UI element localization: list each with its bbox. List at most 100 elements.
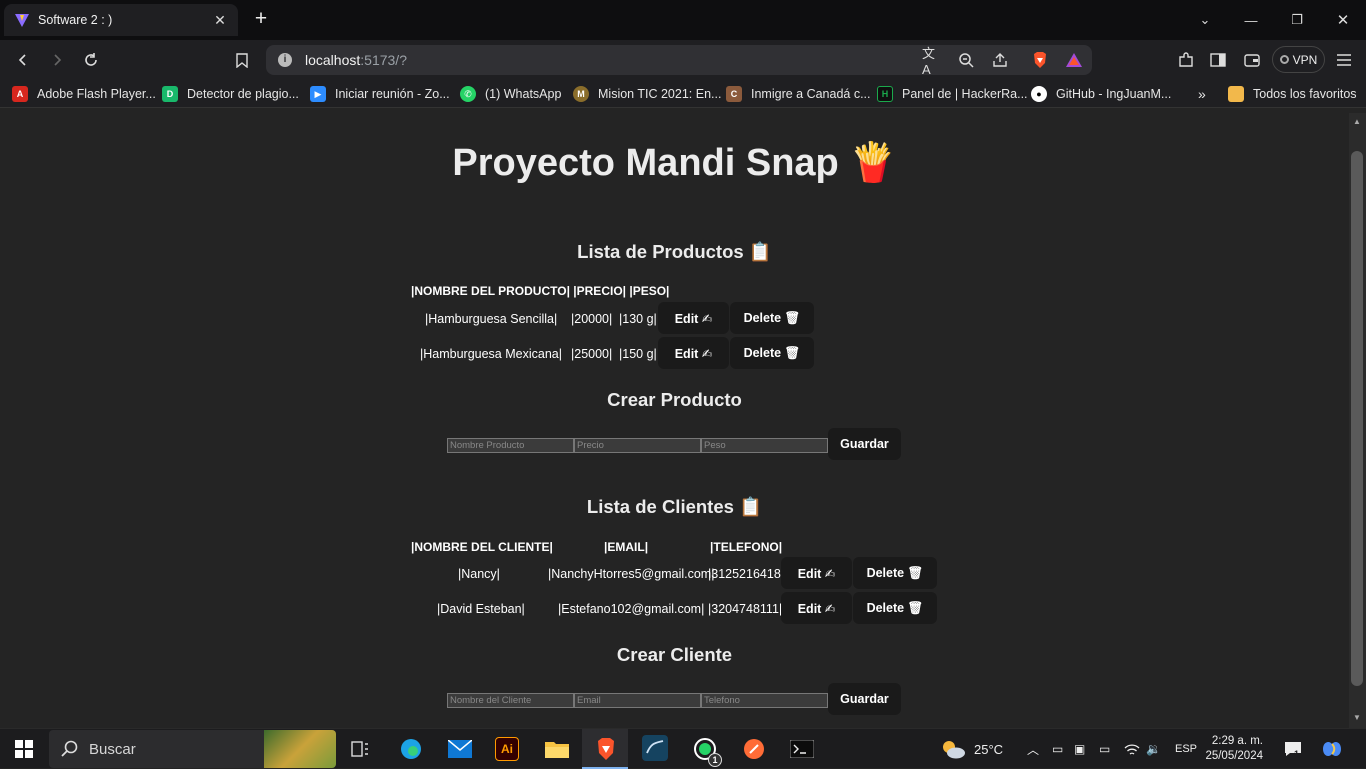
bookmark-github[interactable]: ● GitHub - IngJuanM... bbox=[1031, 85, 1171, 103]
search-highlight-image bbox=[264, 730, 336, 768]
tab-strip: Software 2 : ) ✕ + ⌄ — ❐ ✕ bbox=[0, 0, 1366, 40]
bookmark-whatsapp[interactable]: ✆ (1) WhatsApp bbox=[460, 85, 561, 103]
illustrator-icon[interactable]: Ai bbox=[495, 737, 519, 761]
restore-icon[interactable]: ❐ bbox=[1274, 0, 1320, 40]
close-tab-icon[interactable]: ✕ bbox=[212, 12, 228, 29]
mail-icon[interactable] bbox=[446, 735, 474, 763]
delete-product-button[interactable]: Delete 🗑 bbox=[730, 337, 814, 369]
bookmark-plagiarism-detector[interactable]: D Detector de plagio... bbox=[162, 85, 299, 103]
vpn-button[interactable]: VPN bbox=[1272, 46, 1325, 73]
client-phone-input[interactable]: Telefono bbox=[701, 693, 828, 708]
wallet-icon[interactable] bbox=[1241, 49, 1263, 71]
copilot-icon[interactable] bbox=[1321, 729, 1343, 769]
forward-icon[interactable] bbox=[46, 49, 68, 71]
weather-widget[interactable]: 25°C bbox=[940, 729, 1003, 769]
battery-icon[interactable]: ▭ bbox=[1099, 729, 1110, 769]
edit-client-button[interactable]: Edit ✍ bbox=[781, 557, 852, 589]
page-viewport: Proyecto Mandi Snap 🍟 Lista de Productos… bbox=[0, 113, 1349, 728]
clients-heading: Lista de Clientes 📋 bbox=[586, 496, 763, 517]
more-bookmarks-button[interactable]: » bbox=[1198, 85, 1206, 103]
client-header-email: |EMAIL| bbox=[604, 540, 649, 554]
brave-shields-icon[interactable] bbox=[1030, 50, 1050, 70]
new-tab-button[interactable]: + bbox=[250, 8, 272, 30]
clock-time: 2:29 a. m. bbox=[1211, 735, 1263, 747]
edit-product-button[interactable]: Edit ✍ bbox=[658, 302, 729, 334]
client-name-input[interactable]: Nombre del Cliente bbox=[447, 693, 574, 708]
all-favorites-folder[interactable]: Todos los favoritos bbox=[1228, 85, 1357, 103]
product-name: |Hamburguesa Mexicana| bbox=[420, 347, 562, 361]
language-indicator[interactable]: ESP bbox=[1175, 729, 1197, 769]
scroll-up-icon[interactable]: ▲ bbox=[1353, 117, 1361, 126]
close-window-icon[interactable]: ✕ bbox=[1320, 0, 1366, 40]
show-hidden-icons-chevron[interactable]: ︿ bbox=[1027, 729, 1039, 769]
notifications-count: 1 bbox=[1294, 749, 1300, 759]
create-client-heading: Crear Cliente bbox=[616, 644, 733, 665]
bookmark-hackerrank[interactable]: H Panel de | HackerRa... bbox=[877, 85, 1028, 103]
product-weight-input[interactable]: Peso bbox=[701, 438, 828, 453]
page-scrollbar[interactable]: ▲ ▼ bbox=[1349, 113, 1366, 728]
delete-client-button[interactable]: Delete 🗑 bbox=[853, 592, 937, 624]
menu-icon[interactable] bbox=[1333, 49, 1355, 71]
site-info-icon[interactable]: i bbox=[278, 53, 292, 67]
canada-icon: C bbox=[726, 86, 742, 102]
product-weight: |130 g| bbox=[619, 312, 657, 326]
edge-icon[interactable] bbox=[397, 735, 425, 763]
adobe-icon: A bbox=[12, 86, 28, 102]
clock[interactable]: 2:29 a. m. 25/05/2024 bbox=[1205, 729, 1263, 769]
client-phone: |3125216418| bbox=[708, 567, 785, 581]
browser-toolbar: i localhost:5173/? 文A VPN bbox=[0, 40, 1366, 80]
edit-product-button[interactable]: Edit ✍ bbox=[658, 337, 729, 369]
delete-product-button[interactable]: Delete 🗑 bbox=[730, 302, 814, 334]
terminal-icon[interactable] bbox=[788, 735, 816, 763]
whatsapp-taskbar-icon[interactable]: 1 bbox=[691, 735, 722, 767]
product-price: |20000| bbox=[571, 312, 613, 326]
notifications-icon[interactable]: 1 bbox=[1284, 729, 1302, 769]
display-icon[interactable]: ▣ bbox=[1074, 729, 1085, 769]
address-bar[interactable]: i localhost:5173/? 文A bbox=[266, 45, 1092, 77]
url-text[interactable]: localhost:5173/? bbox=[305, 52, 407, 68]
save-product-button[interactable]: Guardar bbox=[828, 428, 901, 460]
product-name-input[interactable]: Nombre Producto bbox=[447, 438, 574, 453]
product-name: |Hamburguesa Sencilla| bbox=[425, 312, 558, 326]
postman-icon[interactable] bbox=[740, 735, 768, 763]
reload-icon[interactable] bbox=[80, 49, 102, 71]
product-price-input[interactable]: Precio bbox=[574, 438, 701, 453]
plagiarism-detector-icon: D bbox=[162, 86, 178, 102]
browser-tab[interactable]: Software 2 : ) ✕ bbox=[4, 4, 238, 36]
scrollbar-thumb[interactable] bbox=[1351, 151, 1363, 686]
translate-icon[interactable]: 文A bbox=[922, 46, 942, 77]
task-view-icon[interactable] bbox=[346, 735, 374, 763]
vite-logo-icon bbox=[15, 14, 29, 27]
minimize-icon[interactable]: — bbox=[1228, 0, 1274, 40]
meet-now-icon[interactable]: ▭ bbox=[1052, 729, 1063, 769]
back-icon[interactable] bbox=[12, 49, 34, 71]
scroll-down-icon[interactable]: ▼ bbox=[1353, 713, 1361, 722]
taskbar-search[interactable]: Buscar bbox=[49, 730, 336, 768]
bookmark-adobe-flash[interactable]: A Adobe Flash Player... bbox=[12, 85, 156, 103]
volume-icon[interactable]: 🔉 bbox=[1146, 729, 1161, 769]
tab-search-chevron-icon[interactable]: ⌄ bbox=[1182, 0, 1228, 40]
extensions-icon[interactable] bbox=[1175, 49, 1197, 71]
bookmark-mision-tic[interactable]: M Mision TIC 2021: En... bbox=[573, 85, 721, 103]
github-icon: ● bbox=[1031, 86, 1047, 102]
delete-client-button[interactable]: Delete 🗑 bbox=[853, 557, 937, 589]
mysql-workbench-icon[interactable] bbox=[642, 735, 668, 761]
save-client-button[interactable]: Guardar bbox=[828, 683, 901, 715]
bookmark-zoom[interactable]: ▶ Iniciar reunión - Zo... bbox=[310, 85, 450, 103]
bookmark-canada[interactable]: C Inmigre a Canadá c... bbox=[726, 85, 871, 103]
whatsapp-badge: 1 bbox=[708, 753, 722, 767]
sidebar-icon[interactable] bbox=[1207, 49, 1229, 71]
wifi-icon[interactable] bbox=[1124, 729, 1140, 769]
client-name: |Nancy| bbox=[458, 567, 500, 581]
bookmark-icon[interactable] bbox=[231, 49, 253, 71]
edit-client-button[interactable]: Edit ✍ bbox=[781, 592, 852, 624]
folder-icon bbox=[1228, 86, 1244, 102]
file-explorer-icon[interactable] bbox=[543, 735, 571, 763]
client-email-input[interactable]: Email bbox=[574, 693, 701, 708]
brave-rewards-icon[interactable] bbox=[1064, 50, 1084, 70]
brave-taskbar-icon[interactable] bbox=[592, 735, 620, 763]
share-icon[interactable] bbox=[990, 50, 1010, 70]
zoom-icon[interactable] bbox=[956, 50, 976, 70]
windows-start-icon[interactable] bbox=[10, 735, 38, 763]
products-table-header: |NOMBRE DEL PRODUCTO| |PRECIO| |PESO| bbox=[411, 284, 670, 298]
